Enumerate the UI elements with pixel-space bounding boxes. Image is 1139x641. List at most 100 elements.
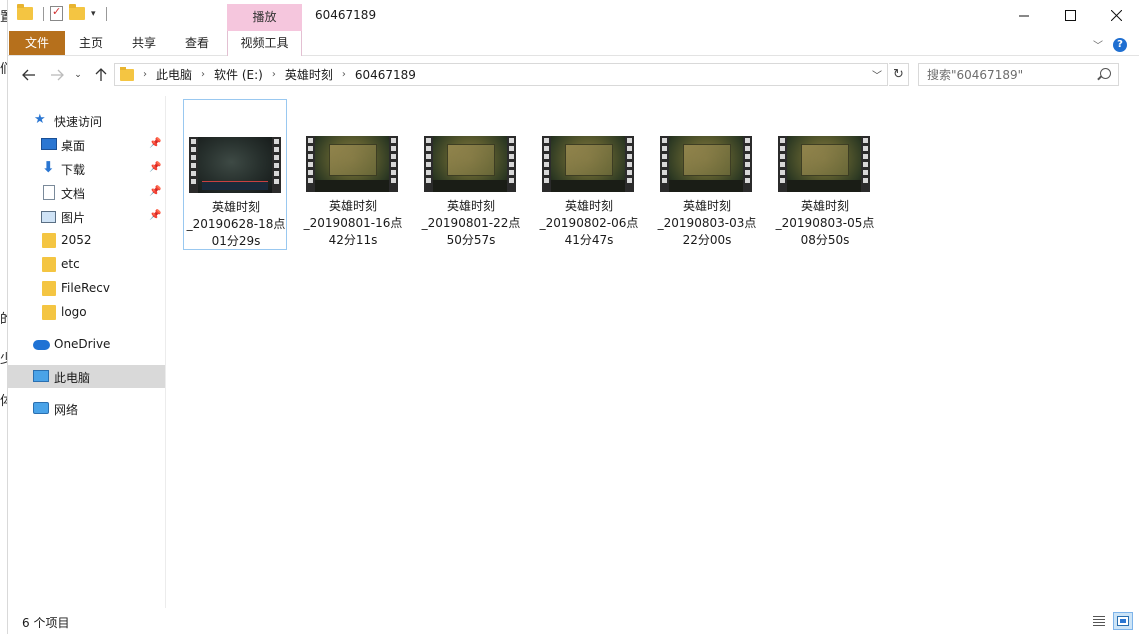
- tab-home[interactable]: 主页: [65, 31, 117, 55]
- file-name-line: 22分00s: [682, 233, 732, 247]
- file-name: 英雄时刻 _20190628-18点 01分29s: [184, 199, 288, 250]
- file-name: 英雄时刻 _20190803-03点 22分00s: [655, 198, 759, 249]
- large-icons-view-button[interactable]: [1113, 612, 1133, 630]
- properties-icon[interactable]: [50, 5, 63, 21]
- folder-icon: [42, 305, 56, 320]
- nav-item-logo[interactable]: logo: [8, 301, 165, 324]
- file-name-line: 英雄时刻: [682, 199, 731, 213]
- file-name-line: 42分11s: [328, 233, 378, 247]
- file-name-line: _20190803-05点: [775, 216, 875, 230]
- divider: [43, 6, 44, 21]
- file-item[interactable]: 英雄时刻 _20190801-22点 50分57s: [419, 99, 523, 250]
- breadcrumb-item[interactable]: 软件 (E:): [214, 66, 263, 83]
- file-name: 英雄时刻 _20190802-06点 41分47s: [537, 198, 641, 249]
- recent-locations-button[interactable]: ⌄: [67, 65, 89, 85]
- customize-toolbar-icon[interactable]: ▾: [91, 9, 96, 19]
- ribbon-tabs: 文件 主页 共享 查看 视频工具 ﹀ ?: [8, 31, 1139, 56]
- breadcrumb-item[interactable]: 此电脑: [156, 66, 192, 83]
- breadcrumb-item[interactable]: 60467189: [355, 68, 416, 82]
- pin-icon[interactable]: 📌: [149, 210, 161, 221]
- address-row: ⌄ › 此电脑 › 软件 (E:) › 英雄时刻 › 60467189 ﹀ ↻ …: [8, 62, 1139, 88]
- nav-item-2052[interactable]: 2052: [8, 229, 165, 252]
- up-button[interactable]: [90, 65, 112, 85]
- caption-buttons: [1001, 0, 1139, 30]
- nav-label: logo: [61, 305, 87, 319]
- file-name-line: _20190801-22点: [421, 216, 521, 230]
- video-thumbnail: [306, 136, 398, 192]
- chevron-right-icon[interactable]: ›: [272, 69, 276, 80]
- window-title: 60467189: [315, 8, 377, 22]
- file-item[interactable]: 英雄时刻 _20190803-05点 08分50s: [773, 99, 877, 250]
- file-name: 英雄时刻 _20190803-05点 08分50s: [773, 198, 877, 249]
- details-view-icon: [1093, 616, 1105, 626]
- address-dropdown-icon[interactable]: ﹀: [872, 67, 882, 82]
- file-name-line: 50分57s: [446, 233, 496, 247]
- new-folder-icon[interactable]: [69, 4, 85, 20]
- nav-item-network[interactable]: 网络: [8, 397, 165, 420]
- file-item[interactable]: 英雄时刻 _20190628-18点 01分29s: [183, 99, 287, 250]
- search-box[interactable]: 搜索"60467189": [918, 63, 1119, 86]
- breadcrumb-item[interactable]: 英雄时刻: [285, 66, 333, 83]
- pin-icon[interactable]: 📌: [149, 162, 161, 173]
- nav-item-onedrive[interactable]: OneDrive: [8, 333, 165, 356]
- thumbnail-frame: [198, 137, 272, 193]
- video-thumbnail: [424, 136, 516, 192]
- help-icon[interactable]: ?: [1113, 37, 1127, 52]
- chevron-right-icon[interactable]: ›: [201, 69, 205, 80]
- nav-item-etc[interactable]: etc: [8, 253, 165, 276]
- tab-file[interactable]: 文件: [9, 31, 65, 55]
- filmstrip-edge: [272, 137, 281, 193]
- pictures-icon: [41, 211, 56, 223]
- pin-icon[interactable]: 📌: [149, 186, 161, 197]
- video-thumbnail: [189, 137, 281, 193]
- large-icons-view-icon: [1117, 616, 1129, 626]
- nav-label: 网络: [54, 403, 79, 417]
- tab-view[interactable]: 查看: [171, 31, 223, 55]
- file-name: 英雄时刻 _20190801-22点 50分57s: [419, 198, 523, 249]
- chevron-right-icon[interactable]: ›: [342, 69, 346, 80]
- nav-item-filerecv[interactable]: FileRecv: [8, 277, 165, 300]
- nav-item-downloads[interactable]: ⬇ 下载 📌: [8, 157, 165, 180]
- nav-quick-access[interactable]: ★ 快速访问: [8, 109, 165, 132]
- refresh-button[interactable]: ↻: [889, 63, 909, 86]
- file-item[interactable]: 英雄时刻 _20190803-03点 22分00s: [655, 99, 759, 250]
- thumbnail-frame: [551, 136, 625, 192]
- nav-item-pictures[interactable]: 图片 📌: [8, 205, 165, 228]
- search-input[interactable]: 搜索"60467189": [927, 66, 1023, 83]
- pin-icon[interactable]: 📌: [149, 138, 161, 149]
- nav-item-desktop[interactable]: 桌面 📌: [8, 133, 165, 156]
- file-name-line: 英雄时刻: [564, 199, 613, 213]
- file-item[interactable]: 英雄时刻 _20190801-16点 42分11s: [301, 99, 405, 250]
- details-view-button[interactable]: [1089, 612, 1109, 630]
- tab-share[interactable]: 共享: [118, 31, 170, 55]
- minimize-button[interactable]: [1001, 0, 1047, 30]
- divider: [105, 6, 107, 21]
- forward-button[interactable]: [46, 65, 68, 85]
- address-bar[interactable]: › 此电脑 › 软件 (E:) › 英雄时刻 › 60467189 ﹀: [114, 63, 888, 86]
- file-list[interactable]: 英雄时刻 _20190628-18点 01分29s 英雄时刻 _20190801…: [170, 90, 1139, 605]
- nav-item-documents[interactable]: 文档 📌: [8, 181, 165, 204]
- filmstrip-edge: [625, 136, 634, 192]
- file-name-line: 41分47s: [564, 233, 614, 247]
- navigation-pane: ★ 快速访问 桌面 📌 ⬇ 下载 📌 文档 📌 图片 📌 2052 etc Fi…: [8, 96, 166, 608]
- video-thumbnail: [660, 136, 752, 192]
- maximize-button[interactable]: [1047, 0, 1093, 30]
- tab-video-tools[interactable]: 视频工具: [227, 31, 302, 56]
- back-arrow-icon: [22, 69, 35, 81]
- expand-ribbon-icon[interactable]: ﹀: [1093, 37, 1103, 52]
- nav-label: 此电脑: [54, 371, 91, 385]
- file-name-line: 英雄时刻: [446, 199, 495, 213]
- nav-label: 文档: [61, 187, 86, 201]
- back-button[interactable]: [18, 65, 40, 85]
- thumbnail-frame: [787, 136, 861, 192]
- nav-label: 桌面: [61, 139, 86, 153]
- file-item[interactable]: 英雄时刻 _20190802-06点 41分47s: [537, 99, 641, 250]
- nav-item-this-pc[interactable]: 此电脑: [8, 365, 165, 388]
- view-switcher: [1089, 612, 1133, 630]
- thumbnail-frame: [315, 136, 389, 192]
- close-button[interactable]: [1093, 0, 1139, 30]
- file-name-line: _20190802-06点: [539, 216, 639, 230]
- file-name-line: 08分50s: [800, 233, 850, 247]
- thumbnail-frame: [433, 136, 507, 192]
- filmstrip-edge: [507, 136, 516, 192]
